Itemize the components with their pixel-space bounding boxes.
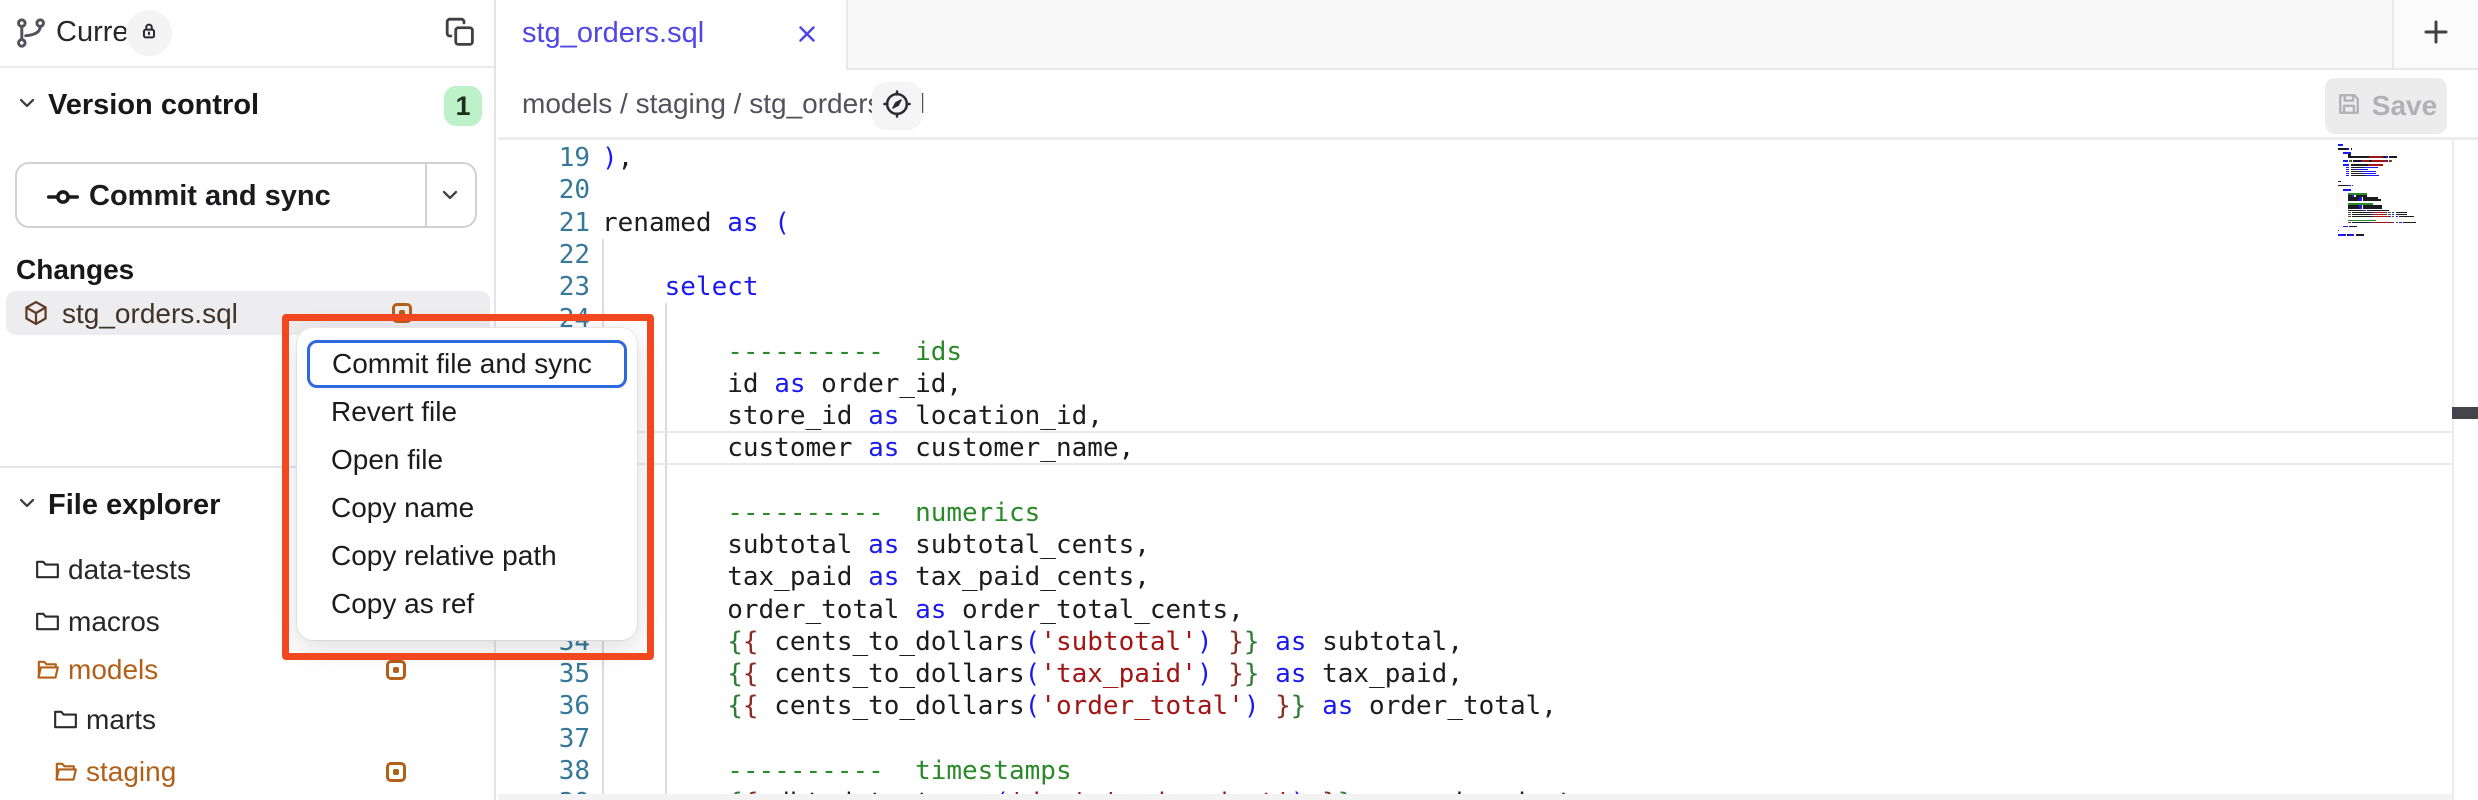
folder-icon [34,608,61,640]
code-line-38: ---------- timestamps [602,755,1072,787]
file-tree-item-marts[interactable]: marts [0,698,494,742]
folder-label: marts [86,704,156,736]
file-context-menu: Commit file and syncRevert fileOpen file… [297,328,637,640]
minimap-divider [2452,140,2454,800]
folder-label: models [68,654,158,686]
copy-icon [444,16,476,53]
modified-folder-badge [386,660,406,680]
button-divider [425,164,427,226]
modified-file-badge [392,303,412,323]
chevron-down-icon[interactable] [16,92,38,119]
code-line-32: tax_paid as tax_paid_cents, [602,561,1150,593]
tab-stg-orders[interactable]: stg_orders.sql [498,0,848,70]
code-line-26: id as order_id, [602,368,962,400]
code-line-30: ---------- numerics [602,497,1040,529]
menu-item-copy-relative-path[interactable]: Copy relative path [297,532,637,580]
commit-button-label: Commit and sync [89,180,331,213]
code-line-31: subtotal as subtotal_cents, [602,529,1150,561]
branch-bar: Current [0,0,494,68]
scrollbar-thumb[interactable] [2452,407,2478,419]
code-line-25: ---------- ids [602,336,962,368]
chevron-down-icon[interactable] [439,184,461,211]
version-control-header[interactable]: Version control [48,89,259,122]
changes-header: Changes [16,254,134,286]
code-line-28: customer as customer_name, [602,432,1134,464]
folder-icon [34,556,61,588]
line-number: 21 [498,207,590,239]
file-explorer-header[interactable]: File explorer [48,489,220,522]
line-number: 35 [498,658,590,690]
line-number: 23 [498,271,590,303]
code-line-23: select [602,271,759,303]
line-number: 36 [498,690,590,722]
copy-branch-button[interactable] [442,16,478,52]
code-line-35: {{ cents_to_dollars('tax_paid') }} as ta… [602,658,1463,690]
code-line-21: renamed as ( [602,207,790,239]
model-cube-icon [22,299,50,332]
modified-folder-badge [386,762,406,782]
folder-open-icon [34,656,61,688]
branch-lock-badge [126,10,172,56]
folder-icon [52,706,79,738]
code-line-36: {{ cents_to_dollars('order_total') }} as… [602,690,1557,722]
save-button[interactable]: Save [2325,78,2447,134]
code-line-34: {{ cents_to_dollars('subtotal') }} as su… [602,626,1463,658]
save-icon [2335,90,2363,123]
changed-file-name: stg_orders.sql [62,298,238,330]
lock-icon [138,20,160,47]
lineage-button[interactable] [872,82,922,130]
code-line-33: order_total as order_total_cents, [602,594,1244,626]
menu-item-copy-name[interactable]: Copy name [297,484,637,532]
line-number: 37 [498,723,590,755]
line-number: 38 [498,755,590,787]
save-button-label: Save [2372,90,2437,122]
git-commit-icon [45,179,81,220]
folder-label: macros [68,606,160,638]
close-icon[interactable] [794,21,820,52]
version-control-count-badge: 1 [444,86,482,126]
menu-item-copy-as-ref[interactable]: Copy as ref [297,580,637,628]
menu-item-open-file[interactable]: Open file [297,436,637,484]
dbt-ide-window: Current Version control 1 Commit and syn… [0,0,2478,800]
breadcrumb-bar: models / staging / stg_orders.sql Save [498,70,2478,140]
folder-label: data-tests [68,554,191,586]
folder-open-icon [52,758,79,790]
commit-and-sync-button[interactable]: Commit and sync [15,162,477,228]
menu-item-revert-file[interactable]: Revert file [297,388,637,436]
folder-label: staging [86,756,176,788]
compass-icon [881,88,913,125]
line-number: 20 [498,174,590,206]
file-tree-item-models[interactable]: models [0,648,494,692]
plus-icon [2420,16,2452,53]
chevron-down-icon[interactable] [16,492,38,519]
code-line-27: store_id as location_id, [602,400,1103,432]
menu-item-commit-file-and-sync[interactable]: Commit file and sync [307,340,627,388]
breadcrumb: models / staging / stg_orders.sql [522,88,925,120]
code-editor[interactable]: 1920212223242526272829303132333435363738… [498,140,2478,800]
line-number: 22 [498,239,590,271]
line-number: 19 [498,142,590,174]
git-branch-icon [14,16,48,55]
horizontal-scrollbar-track [498,794,2452,800]
tab-label: stg_orders.sql [522,17,704,50]
minimap[interactable] [2338,144,2450,236]
file-tree-item-staging[interactable]: staging [0,750,494,794]
new-tab-button[interactable] [2392,0,2478,70]
code-line-19: ), [602,142,633,174]
